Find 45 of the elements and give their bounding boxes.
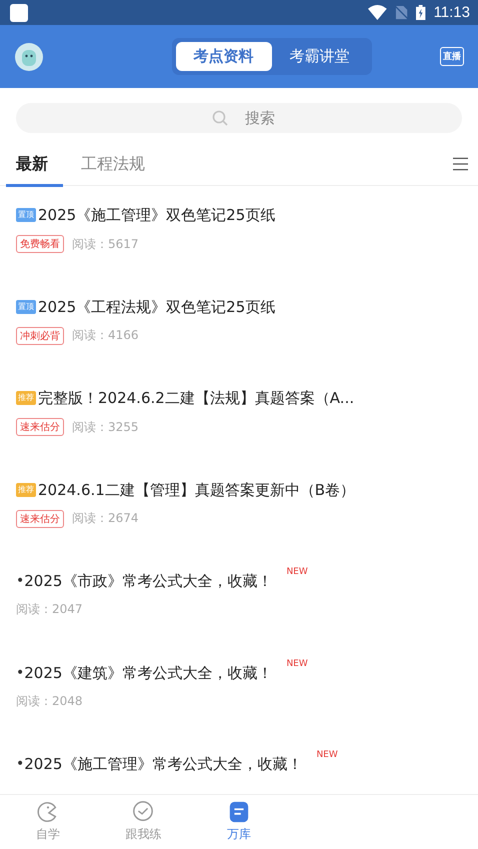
read-count: 阅读：2674 bbox=[72, 510, 139, 527]
segment-tab[interactable]: 考点资料 bbox=[176, 42, 272, 71]
check-circle-icon bbox=[132, 801, 154, 823]
no-sim-icon bbox=[395, 5, 408, 20]
article-title[interactable]: 2025《市政》常考公式大全，收藏！ bbox=[24, 570, 272, 592]
pacman-icon bbox=[36, 801, 59, 823]
bullet: • bbox=[16, 755, 24, 774]
article-title[interactable]: 2025《建筑》常考公式大全，收藏！ bbox=[24, 662, 272, 684]
tag: 速来估分 bbox=[16, 418, 64, 436]
tag: 免费畅看 bbox=[16, 235, 64, 253]
read-count: 阅读：2047 bbox=[16, 601, 83, 618]
nav-tab[interactable]: 万库 bbox=[191, 795, 287, 849]
badge: 推荐 bbox=[16, 391, 36, 405]
article-title[interactable]: 2025《工程法规》双色笔记25页纸 bbox=[38, 296, 276, 318]
bullet: • bbox=[16, 664, 24, 682]
document-icon bbox=[228, 801, 250, 823]
new-label: NEW bbox=[286, 658, 308, 668]
article-title[interactable]: 2024.6.1二建【管理】真题答案更新中（B卷） bbox=[38, 478, 356, 500]
article-title[interactable]: 完整版！2024.6.2二建【法规】真题答案（A... bbox=[38, 387, 354, 409]
read-count: 阅读：2048 bbox=[16, 692, 83, 710]
tag: 速来估分 bbox=[16, 510, 64, 528]
search-field[interactable]: 搜索 bbox=[16, 103, 462, 133]
category-tab[interactable]: 最新 bbox=[6, 144, 63, 186]
new-label: NEW bbox=[286, 567, 308, 577]
notification-icon bbox=[10, 4, 28, 22]
read-count: 阅读：4166 bbox=[72, 327, 139, 344]
avatar-icon[interactable] bbox=[15, 42, 43, 70]
tag: 冲刺必背 bbox=[16, 326, 64, 344]
bullet: • bbox=[16, 572, 24, 591]
read-count: 阅读：3255 bbox=[72, 418, 139, 436]
badge: 置顶 bbox=[16, 208, 36, 222]
clock-time: 11:13 bbox=[434, 4, 470, 21]
live-button[interactable]: 直播 bbox=[440, 47, 464, 66]
article-title[interactable]: 2025《施工管理》双色笔记25页纸 bbox=[38, 204, 276, 226]
badge: 置顶 bbox=[16, 300, 36, 314]
wifi-icon bbox=[368, 5, 388, 20]
segment-tab[interactable]: 考霸讲堂 bbox=[272, 42, 368, 71]
badge: 推荐 bbox=[16, 482, 36, 496]
menu-icon[interactable] bbox=[453, 157, 468, 171]
category-tab[interactable]: 工程法规 bbox=[71, 144, 160, 186]
read-count: 阅读：5617 bbox=[72, 236, 139, 252]
new-label: NEW bbox=[316, 750, 338, 760]
article-title[interactable]: 2025《施工管理》常考公式大全，收藏！ bbox=[24, 753, 302, 775]
battery-icon bbox=[416, 5, 426, 20]
search-icon bbox=[212, 110, 228, 126]
